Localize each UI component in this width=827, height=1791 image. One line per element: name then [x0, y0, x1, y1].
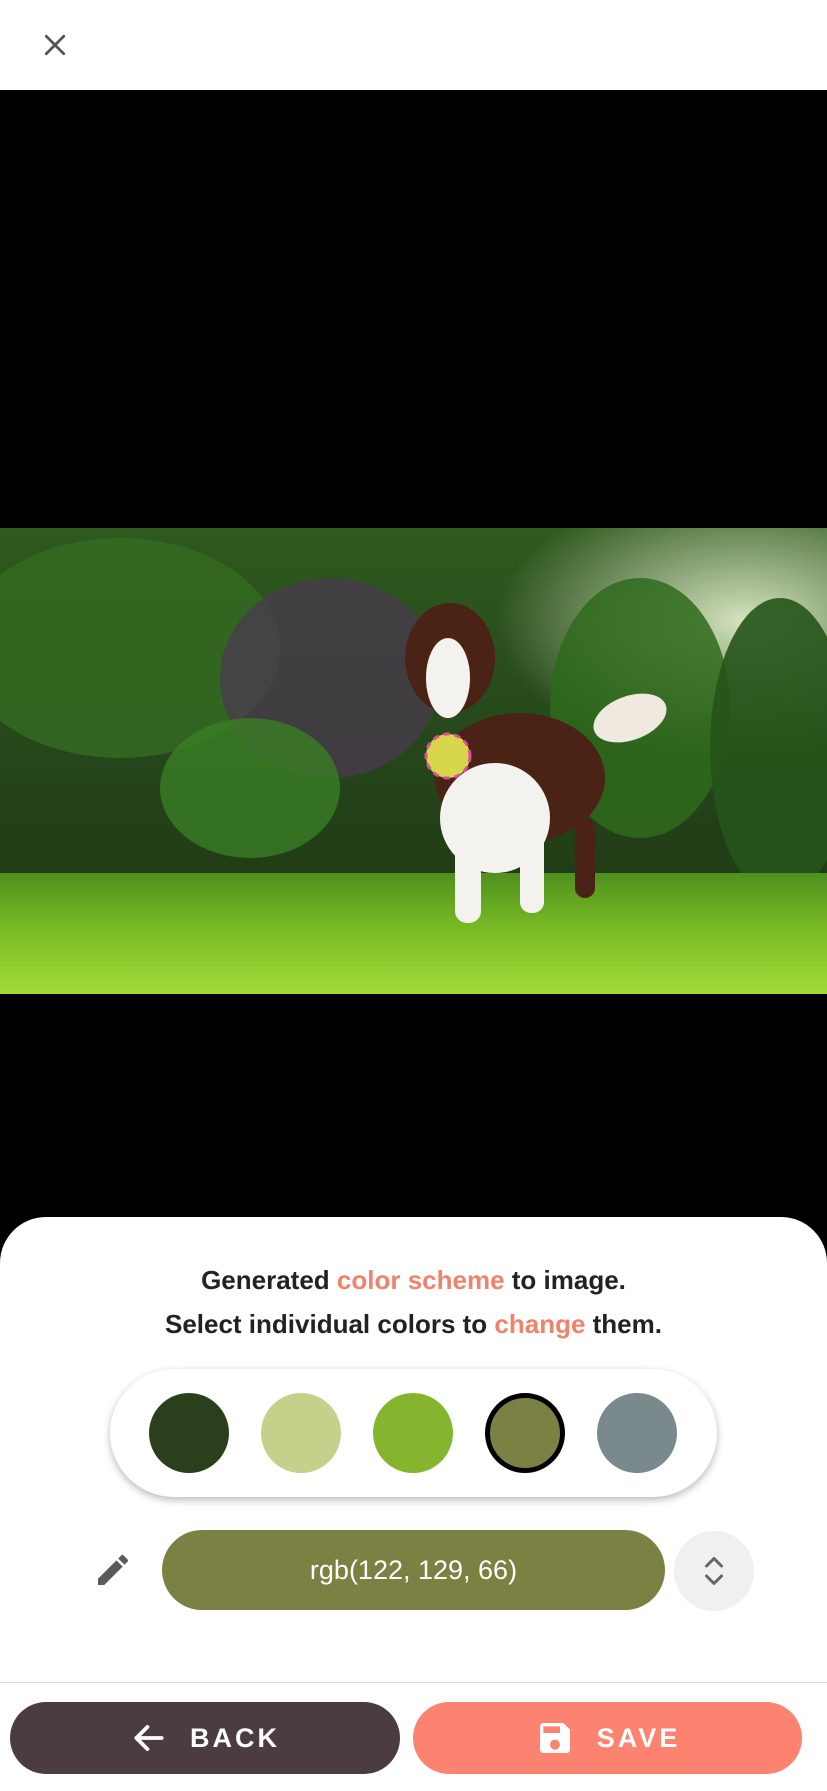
color-swatch-3[interactable] [373, 1393, 453, 1473]
close-icon [44, 34, 66, 56]
back-button[interactable]: BACK [10, 1702, 400, 1774]
caption-text: Select individual colors to [164, 1309, 495, 1339]
close-button[interactable] [28, 18, 82, 72]
caption-highlight: color scheme [336, 1265, 505, 1295]
divider [0, 1682, 827, 1683]
color-palette [110, 1369, 717, 1497]
save-button-label: SAVE [596, 1722, 681, 1753]
arrow-left-icon [134, 1725, 164, 1751]
floppy-disk-icon [539, 1723, 570, 1753]
color-value-field[interactable]: rgb(122, 129, 66) [162, 1530, 665, 1610]
save-button[interactable]: SAVE [413, 1702, 802, 1774]
caption-highlight: change [494, 1309, 586, 1339]
color-scheme-sheet: Generated color scheme to image. Select … [0, 1217, 827, 1791]
unfold-icon [705, 1557, 723, 1585]
caption-text: to image. [504, 1265, 626, 1295]
color-swatch-5[interactable] [597, 1393, 677, 1473]
color-swatch-2[interactable] [261, 1393, 341, 1473]
top-bar [0, 0, 827, 90]
back-button-label: BACK [190, 1722, 280, 1753]
color-format-toggle[interactable] [674, 1531, 754, 1611]
caption-text: Generated [201, 1265, 337, 1295]
caption-text: them. [585, 1309, 662, 1339]
pencil-icon [90, 1547, 136, 1593]
dog-photo [0, 528, 827, 994]
color-swatch-4[interactable] [485, 1393, 565, 1473]
caption-line-2: Select individual colors to change them. [0, 1307, 827, 1341]
caption-line-1: Generated color scheme to image. [0, 1263, 827, 1297]
color-swatch-1[interactable] [149, 1393, 229, 1473]
